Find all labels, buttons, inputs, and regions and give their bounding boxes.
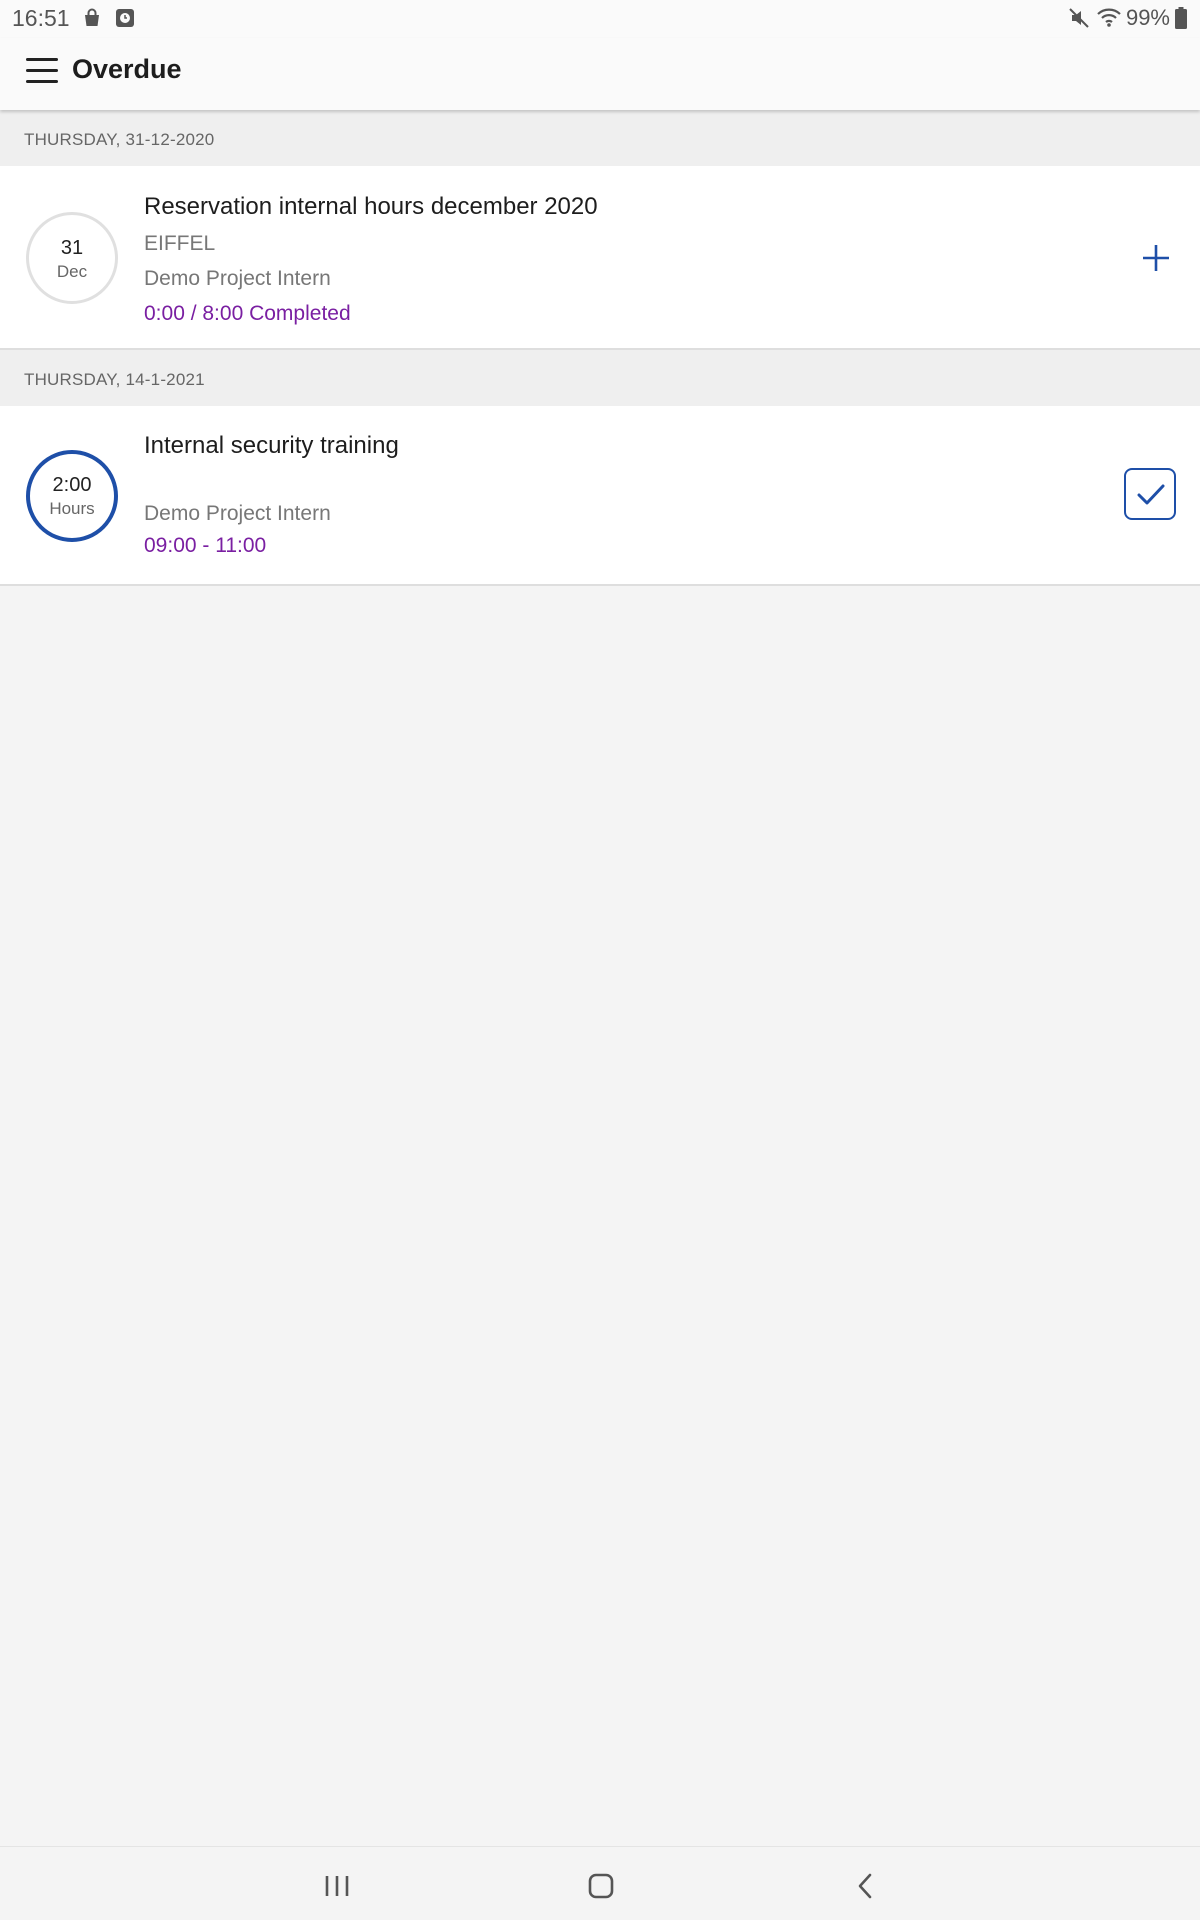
section-header: THURSDAY, 14-1-2021 [0,350,1200,406]
page-title: Overdue [72,54,182,84]
circle-month: Dec [56,262,88,281]
item-title: Internal security training [144,432,399,459]
check-button[interactable] [1124,468,1176,520]
item-time-range: 09:00 - 11:00 [144,534,267,557]
item-title: Reservation internal hours december 2020 [144,193,598,220]
list-item[interactable]: 31 Dec Reservation internal hours decemb… [0,166,1200,350]
item-status: 0:00 / 8:00 Completed [144,302,351,325]
home-icon[interactable] [588,1873,614,1904]
back-icon[interactable] [856,1873,874,1904]
circle-duration: 2:00 [52,474,92,496]
item-project: Demo Project Intern [144,502,331,525]
date-circle: 31 Dec [26,212,118,304]
item-organization: EIFFEL [144,232,216,255]
app-screen: 16:51 99% Overdue THURSDAY, 31-12-2020 3… [0,0,1200,1920]
app-bar: Overdue [0,38,1200,110]
plus-icon[interactable] [1140,242,1172,274]
shopping-bag-icon [82,8,102,28]
system-nav-bar [0,1846,1200,1920]
circle-unit: Hours [49,499,95,518]
battery-icon [1175,7,1187,29]
overdue-list: THURSDAY, 31-12-2020 31 Dec Reservation … [0,110,1200,586]
recent-apps-icon[interactable] [324,1875,350,1902]
checkmark-icon [1137,484,1165,505]
hamburger-menu-icon[interactable] [20,58,64,90]
item-project: Demo Project Intern [144,267,331,290]
status-time: 16:51 [12,5,70,31]
clock-app-icon [115,8,135,28]
list-item[interactable]: 2:00 Hours Internal security training De… [0,406,1200,586]
hours-circle: 2:00 Hours [26,450,118,542]
wifi-icon [1096,6,1122,28]
mute-icon [1068,7,1090,29]
section-header: THURSDAY, 31-12-2020 [0,110,1200,166]
status-bar: 16:51 99% [0,0,1200,38]
battery-percentage: 99% [1125,5,1170,30]
circle-day: 31 [60,237,84,259]
